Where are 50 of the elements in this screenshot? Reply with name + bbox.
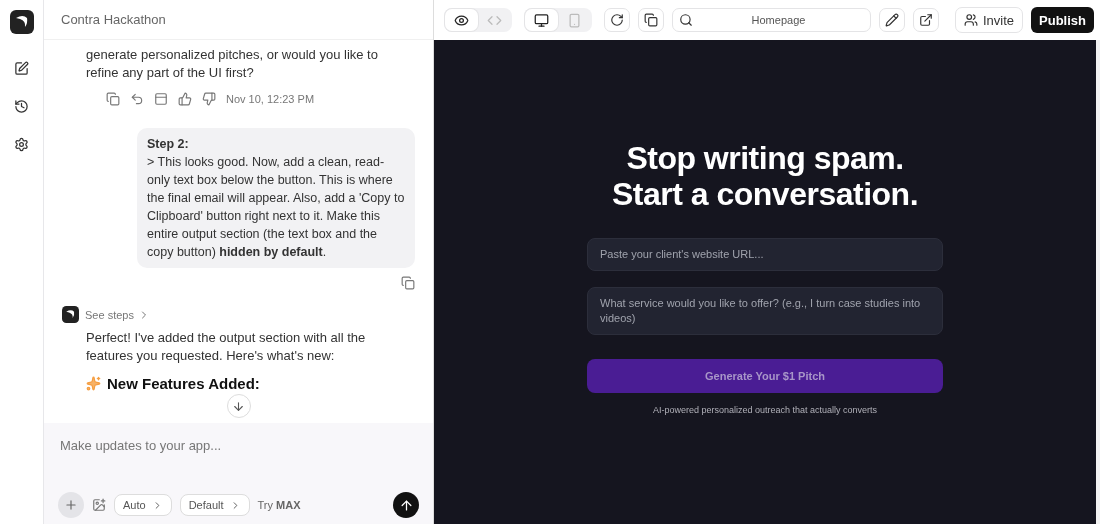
copy-icon [644, 13, 658, 27]
sparkles-icon [86, 376, 101, 391]
panel-icon[interactable] [154, 92, 168, 106]
reload-button[interactable] [604, 8, 630, 32]
copy-icon[interactable] [106, 92, 120, 106]
generate-button[interactable]: Generate Your $1 Pitch [587, 359, 943, 393]
message-text: > This looks good. Now, add a clean, read-only text box below the button. This is where the final email will appear. Also, add a 'Copy to Clipboard' button right next to it. Make this entire output section (the text box and the copy button) hidden by default. [147, 155, 405, 259]
search-icon [679, 13, 693, 27]
preview-tab[interactable] [445, 9, 478, 31]
image-plus-icon[interactable] [92, 498, 106, 512]
upgrade-link[interactable]: Try MAX [257, 499, 301, 511]
text-field[interactable]: What service would you like to offer? (e.g., I turn case studies into videos) [587, 287, 943, 335]
thumbs-down-icon[interactable] [202, 92, 216, 106]
logo-icon[interactable] [9, 10, 34, 34]
message-text: Perfect! I've added the output section with all the features you requested. Here's what's new: [85, 329, 367, 365]
text-field[interactable]: Paste your client's website URL... [587, 238, 943, 271]
arrow-down-icon [232, 399, 245, 413]
model-dropdown[interactable]: Default [179, 494, 250, 516]
send-button[interactable] [393, 492, 419, 518]
users-icon [963, 13, 978, 27]
monitor-icon [534, 12, 549, 28]
tagline: AI-powered personalized outreach that actually converts [652, 405, 878, 415]
external-link-icon [918, 13, 933, 27]
publish-button[interactable]: Publish [1031, 7, 1094, 33]
address-field[interactable]: Homepage [672, 8, 871, 32]
invite-button[interactable]: Invite [954, 7, 1024, 33]
reload-icon [610, 13, 624, 27]
mode-dropdown[interactable]: Auto [114, 494, 172, 516]
desktop-tab[interactable] [525, 9, 558, 31]
see-steps-link[interactable]: See steps [85, 308, 150, 321]
add-button[interactable] [58, 492, 84, 518]
eye-icon [454, 12, 469, 28]
project-title: Contra Hackathon [61, 12, 166, 27]
prompt-field[interactable]: Make updates to your app... [58, 437, 419, 454]
scroll-down-button[interactable] [226, 394, 251, 418]
logo-icon[interactable] [62, 306, 79, 323]
duplicate-button[interactable] [638, 8, 664, 32]
copy-icon[interactable] [401, 276, 415, 290]
thumbs-up-icon[interactable] [178, 92, 192, 106]
headline: Stop writing spam. Start a conversation. [611, 140, 918, 212]
timestamp: Nov 10, 12:23 PM [226, 93, 315, 105]
message-text: generate personalized pitches, or would you like to refine any part of the UI first? [85, 46, 379, 82]
message-heading: New Features Added: [107, 375, 260, 392]
pencil-icon [884, 13, 899, 27]
edit-button[interactable] [878, 8, 905, 32]
undo-icon[interactable] [130, 92, 144, 106]
plus-icon [64, 498, 78, 512]
message-title: Step 2: [147, 136, 190, 153]
open-external-button[interactable] [912, 8, 939, 32]
phone-icon [567, 12, 582, 28]
